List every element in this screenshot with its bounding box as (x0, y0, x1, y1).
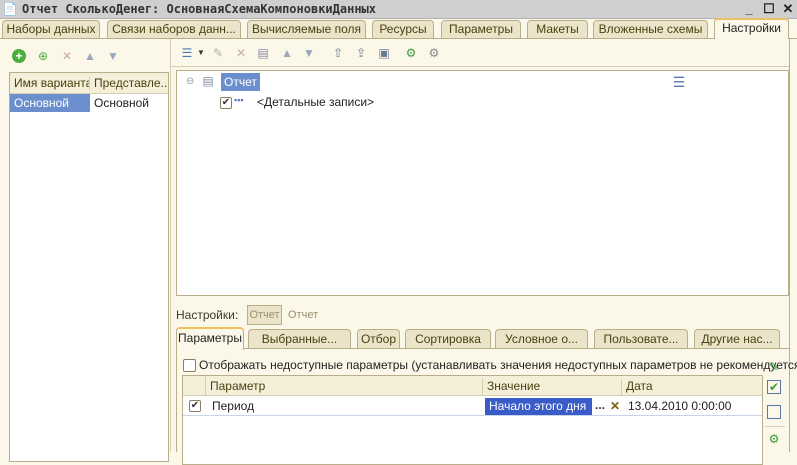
wizard-icon[interactable]: ▤ (256, 46, 270, 60)
detail-records-icon: ▪▪▪ (234, 95, 244, 105)
parameter-date: 13.04.2010 0:00:00 (628, 399, 732, 413)
variant-name: Основной (10, 94, 90, 112)
tree-detail-records[interactable]: <Детальные записи> (257, 95, 374, 109)
panel-border (789, 38, 790, 452)
uncheck-all-icon[interactable] (767, 405, 781, 419)
variants-table: Имя варианта Представле... Основной Осно… (9, 72, 169, 462)
settings-report-button[interactable]: Отчет (247, 305, 282, 325)
show-unavailable-checkbox[interactable] (183, 359, 196, 372)
subtab-other-settings[interactable]: Другие нас... (694, 329, 780, 349)
move-down-icon[interactable]: ▼ (106, 49, 120, 63)
toolbar-divider (765, 426, 785, 427)
document-icon: 📄 (2, 2, 18, 16)
tab-parameters[interactable]: Параметры (441, 20, 521, 38)
select-button[interactable]: ... (593, 398, 607, 415)
show-unavailable-label[interactable]: Отображать недоступные параметры (устана… (199, 358, 797, 372)
dropdown-arrow-icon[interactable]: ▼ (197, 48, 205, 57)
move-up-icon[interactable]: ▲ (280, 46, 294, 60)
check-all-icon[interactable]: ✔ (767, 380, 781, 394)
table-header: Имя варианта Представле... (10, 73, 168, 94)
subtab-sort[interactable]: Сортировка (405, 329, 491, 349)
close-button[interactable]: ✕ (781, 2, 795, 16)
add-icon[interactable]: + (12, 49, 26, 63)
structure-tree: ⊖ ▤ Отчет ✔ ▪▪▪ <Детальные записи> ☰ (176, 70, 789, 296)
report-icon: ▤ (202, 74, 214, 88)
column-header-date[interactable]: Дата (622, 379, 762, 393)
column-header-value[interactable]: Значение (483, 379, 622, 396)
edit-icon[interactable]: ✎ (767, 360, 781, 374)
detail-checkbox[interactable]: ✔ (220, 97, 232, 109)
tab-dataset-links[interactable]: Связи наборов данн... (107, 20, 241, 38)
table-header: Параметр Значение Дата (183, 376, 762, 396)
grouping-icon: ☰ (672, 73, 686, 90)
parameter-name: Период (212, 399, 255, 413)
tab-datasets[interactable]: Наборы данных (2, 20, 100, 38)
settings-current: Отчет (288, 309, 319, 321)
column-header-presentation[interactable]: Представле... (90, 76, 168, 90)
column-header-name[interactable]: Имя варианта (10, 76, 90, 90)
save-level-icon[interactable]: ▣ (377, 46, 391, 60)
title-bar: 📄 Отчет СколькоДенег: ОсновнаяСхемаКомпо… (0, 0, 797, 19)
collapse-icon[interactable]: ⊖ (186, 76, 194, 87)
panel-border (176, 348, 177, 452)
tab-settings[interactable]: Настройки (714, 18, 789, 39)
view-settings-icon[interactable]: ⚙ (427, 46, 441, 60)
add-settings-icon[interactable]: ⚙ (404, 46, 418, 60)
move-up-icon[interactable]: ▲ (83, 49, 97, 63)
add-grouping-icon[interactable]: ☰ (180, 46, 194, 60)
tab-calculated-fields[interactable]: Вычисляемые поля (247, 20, 366, 38)
table-row[interactable]: Основной Основной (10, 94, 168, 112)
subtab-user-fields[interactable]: Пользовате... (594, 329, 688, 349)
maximize-button[interactable]: ☐ (762, 2, 776, 16)
parameter-value-field[interactable]: Начало этого дня (485, 398, 592, 415)
subtab-divider (176, 348, 789, 349)
table-row[interactable]: ✔ Период Начало этого дня ... ✕ 13.04.20… (183, 397, 762, 416)
delete-icon[interactable]: ✕ (60, 49, 74, 63)
minimize-button[interactable]: _ (742, 2, 756, 16)
tab-resources[interactable]: Ресурсы (372, 20, 434, 38)
tab-nested-schemas[interactable]: Вложенные схемы (593, 20, 708, 38)
window-title: Отчет СколькоДенег: ОсновнаяСхемаКомпоно… (22, 2, 377, 16)
copy-add-icon[interactable]: ⊕ (36, 49, 50, 63)
subtab-selected-fields[interactable]: Выбранные... (248, 329, 351, 349)
edit-icon[interactable]: ✎ (211, 46, 225, 60)
tab-divider (0, 38, 797, 39)
clear-button[interactable]: ✕ (608, 398, 622, 415)
tree-root[interactable]: Отчет (221, 73, 260, 91)
column-header-check (183, 376, 206, 396)
add-user-setting-icon[interactable]: ⚙ (767, 432, 781, 446)
settings-label: Настройки: (176, 308, 239, 322)
subtab-filter[interactable]: Отбор (357, 329, 400, 349)
variant-presentation: Основной (94, 96, 150, 110)
splitter[interactable] (170, 39, 171, 452)
delete-icon[interactable]: ✕ (234, 46, 248, 60)
tab-templates[interactable]: Макеты (527, 20, 588, 38)
level-up-icon[interactable]: ⇧ (331, 46, 345, 60)
column-header-parameter[interactable]: Параметр (206, 379, 483, 396)
period-checkbox[interactable]: ✔ (189, 400, 201, 412)
subtab-conditional[interactable]: Условное о... (495, 329, 588, 349)
move-down-icon[interactable]: ▼ (302, 46, 316, 60)
toolbar-divider (171, 66, 789, 67)
level-export-icon[interactable]: ⇪ (354, 46, 368, 60)
subtab-parameters[interactable]: Параметры (176, 327, 244, 350)
